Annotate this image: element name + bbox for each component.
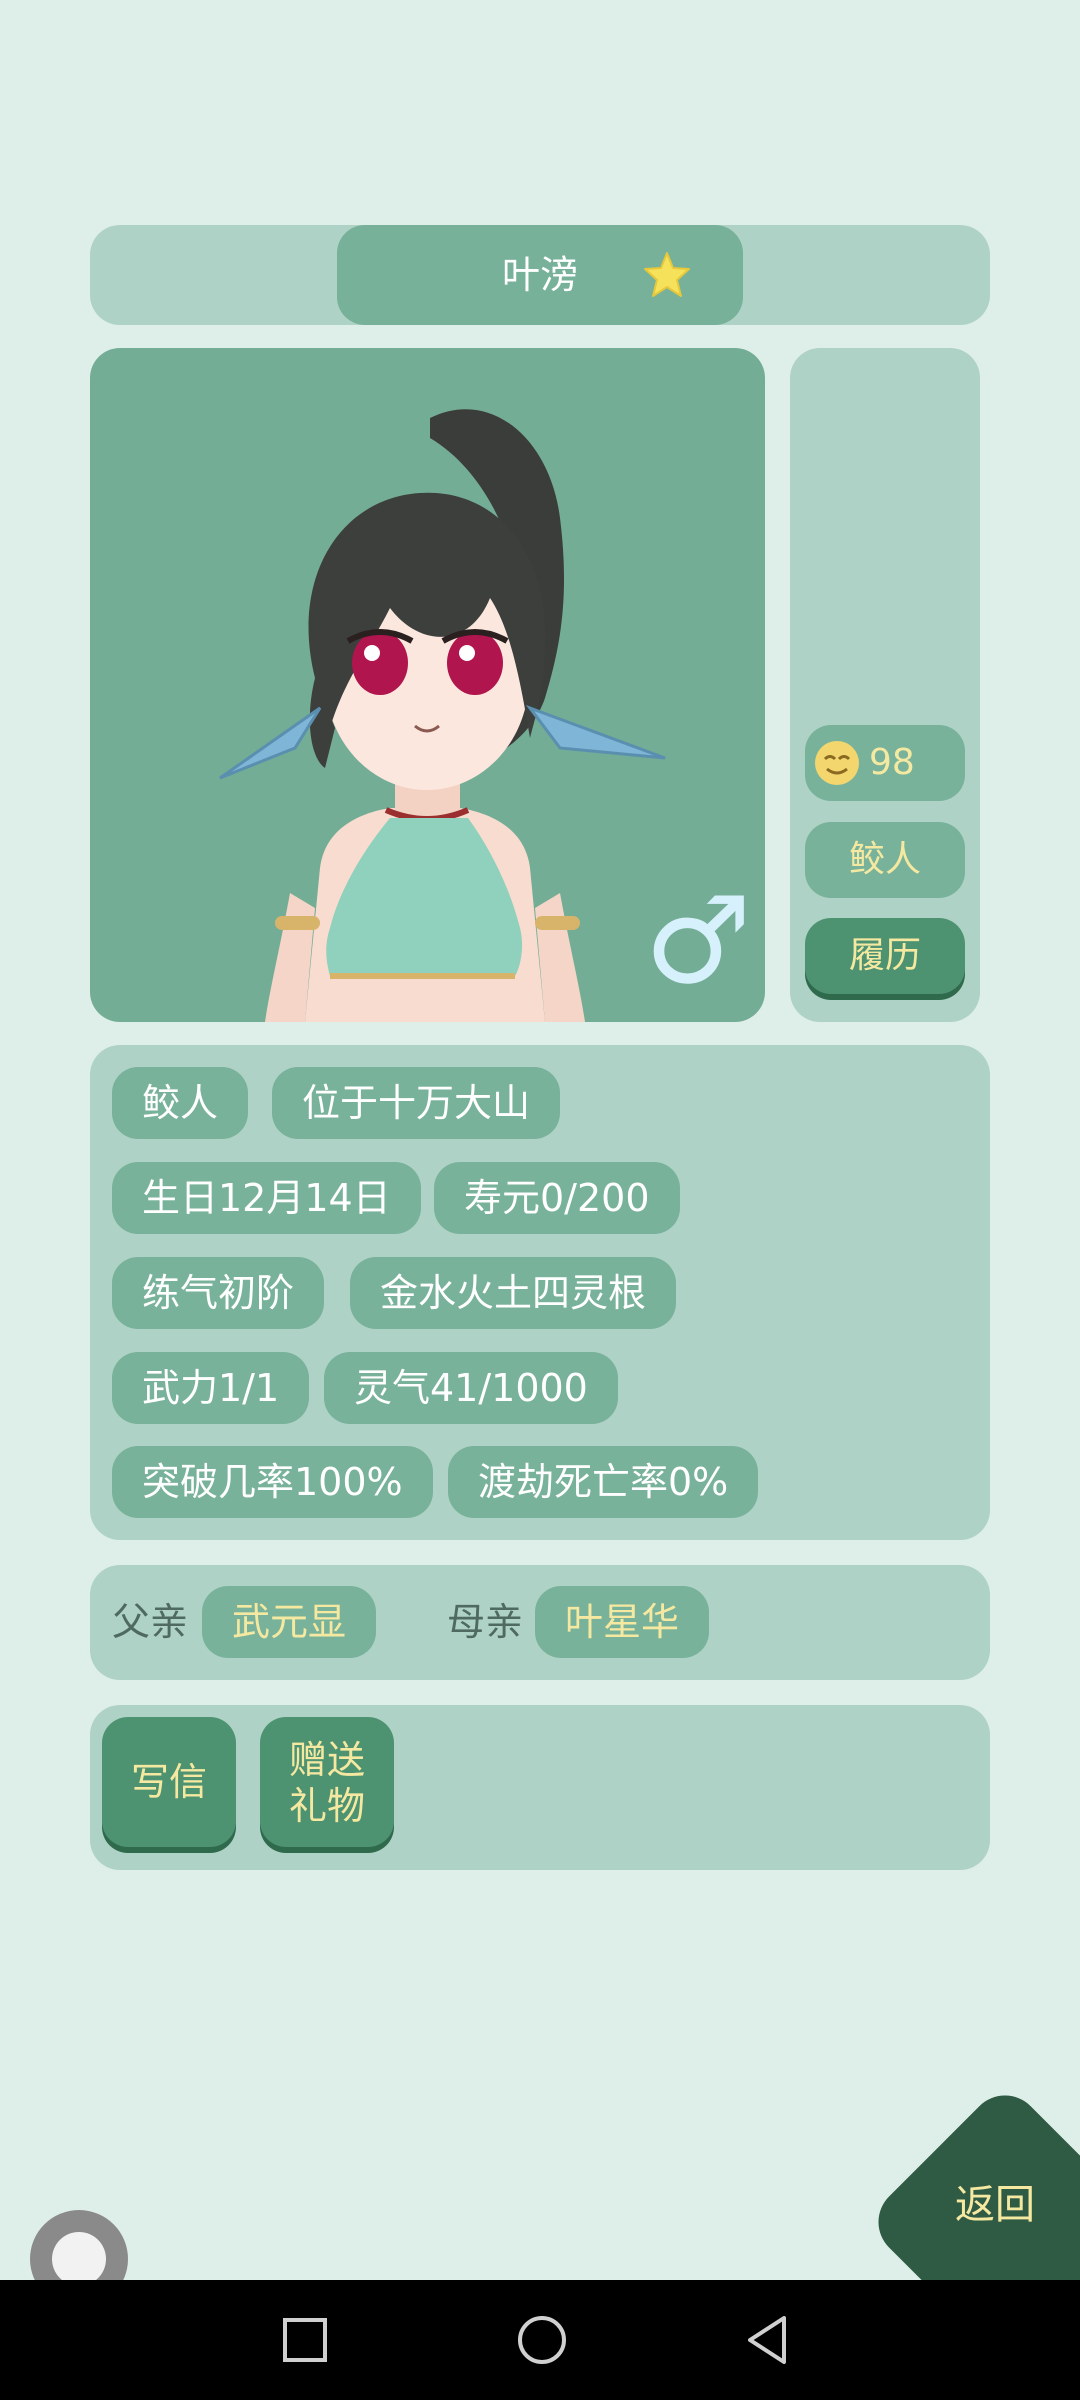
favorite-star-icon[interactable] [642,250,692,300]
race-badge: 鲛人 [805,822,965,898]
smiling-face-icon [815,741,859,785]
spirit-energy-tag: 灵气41/1000 [324,1352,618,1424]
father-label: 父亲 [112,1600,189,1644]
birthday-tag: 生日12月14日 [112,1162,421,1234]
resume-button[interactable]: 履历 [805,918,965,994]
back-triangle-icon[interactable] [740,2313,794,2367]
home-circle-icon[interactable] [515,2313,569,2367]
send-gift-line1: 赠送 [288,1738,365,1782]
tribulation-death-rate-tag: 渡劫死亡率0% [448,1446,759,1518]
mood-value: 98 [869,742,915,783]
character-name: 叶滂 [501,253,578,297]
race-tag: 鲛人 [112,1067,249,1139]
cultivation-tag: 练气初阶 [112,1257,325,1329]
location-tag: 位于十万大山 [272,1067,561,1139]
send-gift-button[interactable]: 赠送 礼物 [260,1717,394,1847]
write-letter-button[interactable]: 写信 [102,1717,236,1847]
force-tag: 武力1/1 [112,1352,310,1424]
floating-button-inner [52,2232,106,2286]
lifespan-tag: 寿元0/200 [434,1162,680,1234]
male-gender-icon: ♂ [644,872,752,1011]
father-name[interactable]: 武元显 [202,1586,377,1658]
back-button-label: 返回 [955,2182,1035,2228]
mood-badge: 98 [805,725,965,801]
system-nav-bar [0,2280,1080,2400]
recents-square-icon[interactable] [280,2315,330,2365]
mother-name[interactable]: 叶星华 [535,1586,710,1658]
spirit-root-tag: 金水火土四灵根 [350,1257,677,1329]
send-gift-line2: 礼物 [288,1784,365,1828]
breakthrough-rate-tag: 突破几率100% [112,1446,433,1518]
mother-label: 母亲 [447,1600,524,1644]
